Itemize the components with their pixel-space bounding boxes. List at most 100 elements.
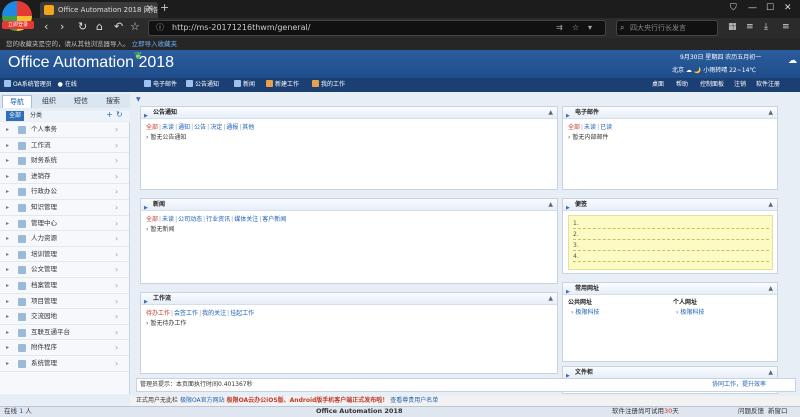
official-site-link[interactable]: 极限OA官方网站 xyxy=(180,397,225,404)
filter-link[interactable]: 未读 xyxy=(584,124,596,131)
nav-help[interactable]: 帮助 xyxy=(676,80,688,90)
search-input[interactable]: 四大央行行长发言 xyxy=(630,22,686,34)
filter-link[interactable]: 会签工作 xyxy=(174,310,198,317)
maximize-icon[interactable]: ☐ xyxy=(766,2,774,14)
personal-site-link[interactable]: › 极限科技 xyxy=(676,309,704,317)
shield-icon[interactable]: ⛉ xyxy=(730,2,737,14)
collapse-icon[interactable]: ▲ xyxy=(548,293,553,305)
sidebar-item[interactable]: ▸ 财务系统 › xyxy=(0,153,129,169)
nav-desktop[interactable]: 桌面 xyxy=(652,80,664,90)
tab-sms[interactable]: 短信 xyxy=(66,95,96,108)
sidebar-item[interactable]: ▸ 个人事务 › xyxy=(0,122,129,138)
filter-link[interactable]: 全部 xyxy=(146,124,158,131)
minimize-icon[interactable]: — xyxy=(748,2,757,14)
collapse-icon[interactable]: ▲ xyxy=(548,107,553,119)
sidebar-item[interactable]: ▸ 交流园地 › xyxy=(0,309,129,325)
sidebar-item[interactable]: ▸ 管理中心 › xyxy=(0,216,129,232)
download-icon[interactable]: ⤓ xyxy=(764,21,768,33)
refresh-menu-icon[interactable]: ↻ xyxy=(116,110,123,120)
collapse-icon[interactable]: ▲ xyxy=(768,199,773,211)
manager-tip-link[interactable]: 协同工作，提升效率 xyxy=(712,380,766,390)
sidebar-item[interactable]: ▸ 项目管理 › xyxy=(0,294,129,310)
tab-organization[interactable]: 组织 xyxy=(34,95,64,108)
subtab-category[interactable]: 分类 xyxy=(30,111,42,121)
filter-link[interactable]: 公告 xyxy=(194,124,206,131)
sidebar-item[interactable]: ▸ 工作流 › xyxy=(0,138,129,154)
sidebar-item[interactable]: ▸ 知识管理 › xyxy=(0,200,129,216)
login-badge[interactable]: 立即登录 xyxy=(2,21,34,29)
collapse-arrow-icon[interactable]: ▼ xyxy=(136,96,141,103)
public-site-link[interactable]: › 极限科技 xyxy=(571,309,599,317)
collapse-icon[interactable]: ▲ xyxy=(768,107,773,119)
nav-user[interactable]: OA系统管理员 ● 在线 xyxy=(4,80,77,90)
filter-link[interactable]: 其他 xyxy=(242,124,254,131)
filter-link[interactable]: 未读 xyxy=(162,124,174,131)
tab-navigation[interactable]: 导航 xyxy=(2,95,32,108)
star-icon[interactable]: ☆ xyxy=(572,22,579,34)
import-favorites-link[interactable]: 立即导入收藏夹 xyxy=(132,40,178,48)
new-tab-button[interactable]: + xyxy=(160,2,169,14)
collapse-icon[interactable]: ▲ xyxy=(548,199,553,211)
filter-link[interactable]: 全部 xyxy=(568,124,580,131)
sidebar-item-label: 人力资源 xyxy=(31,234,57,243)
sidebar-item[interactable]: ▸ 系统管理 › xyxy=(0,356,129,372)
vip-list-link[interactable]: 查看尊贵用户名单 xyxy=(390,397,438,404)
tab-search[interactable]: 搜索 xyxy=(98,95,128,108)
sidebar-item[interactable]: ▸ 培训管理 › xyxy=(0,247,129,263)
collapse-icon[interactable]: ▲ xyxy=(768,283,773,295)
sidebar-item[interactable]: ▸ 进销存 › xyxy=(0,169,129,185)
apps-grid-icon[interactable]: ▦ xyxy=(728,21,737,33)
filter-link[interactable]: 通知 xyxy=(178,124,190,131)
nav-mail[interactable]: 电子邮件 xyxy=(144,80,177,90)
refresh-icon[interactable]: ↻ xyxy=(78,20,87,34)
release-announcement[interactable]: 极限OA云办公iOS版、Android版手机客户端正式发布啦！ xyxy=(227,397,389,404)
nav-news[interactable]: 新闻 xyxy=(234,80,255,90)
memo-textarea[interactable]: 1. 2. 3. 4. xyxy=(568,215,773,270)
filter-link[interactable]: 待办工作 xyxy=(146,310,170,317)
filter-link[interactable]: 行业资讯 xyxy=(206,216,230,223)
filter-link[interactable]: 未读 xyxy=(162,216,174,223)
tab-close-icon[interactable]: ✕ xyxy=(146,3,154,15)
new-window-link[interactable]: 新窗口 xyxy=(768,407,788,416)
nav-new-work[interactable]: 新建工作 xyxy=(266,80,299,90)
address-text[interactable]: http://ms-20171216thwm/general/ xyxy=(172,22,310,34)
bookmark-icon[interactable]: ☆ xyxy=(130,20,140,34)
share-icon[interactable]: ⇉ xyxy=(556,22,563,34)
sidebar-item[interactable]: ▸ 档案管理 › xyxy=(0,278,129,294)
security-info-icon[interactable]: ⓘ xyxy=(156,22,164,34)
menu-icon[interactable]: ≡ xyxy=(746,21,754,33)
feedback-link[interactable]: 问题反馈 xyxy=(738,407,764,416)
filter-link[interactable]: 挂起工作 xyxy=(230,310,254,317)
sidebar-item[interactable]: ▸ 公文管理 › xyxy=(0,262,129,278)
nav-control-panel[interactable]: 控制面板 xyxy=(700,80,724,90)
forward-icon[interactable]: › xyxy=(60,20,64,34)
filter-link[interactable]: 决定 xyxy=(210,124,222,131)
sidebar-item[interactable]: ▸ 互联互通平台 › xyxy=(0,325,129,341)
filter-link[interactable]: 已读 xyxy=(600,124,612,131)
sidebar-item[interactable]: ▸ 行政办公 › xyxy=(0,184,129,200)
filter-link[interactable]: 客户新闻 xyxy=(262,216,286,223)
filter-link[interactable]: 通报 xyxy=(226,124,238,131)
nav-my-work[interactable]: 我的工作 xyxy=(312,80,345,90)
add-icon[interactable]: + xyxy=(106,110,113,120)
sidebar-item[interactable]: ▸ 人力资源 › xyxy=(0,231,129,247)
undo-icon[interactable]: ↶ xyxy=(114,20,123,34)
home-icon[interactable]: ⌂ xyxy=(96,20,103,34)
sidebar-item[interactable]: ▸ 附件程序 › xyxy=(0,340,129,356)
close-window-icon[interactable]: ✕ xyxy=(784,2,792,14)
back-icon[interactable]: ‹ xyxy=(44,20,48,34)
filter-link[interactable]: 全部 xyxy=(146,216,158,223)
browser-tab[interactable]: Office Automation 2018 网络... xyxy=(40,2,158,18)
dropdown-icon[interactable]: ▾ xyxy=(588,22,592,34)
nav-register[interactable]: 软件注册 xyxy=(756,80,780,90)
chevron-right-icon: › xyxy=(115,156,119,166)
nav-logout[interactable]: 注销 xyxy=(734,80,746,90)
more-icon[interactable]: ≡ xyxy=(782,21,790,33)
subtab-all[interactable]: 全部 xyxy=(6,111,25,121)
filter-link[interactable]: 公司动态 xyxy=(178,216,202,223)
online-count[interactable]: 在线 1 人 xyxy=(4,407,32,416)
chevron-right-icon: › xyxy=(115,140,119,150)
nav-notice[interactable]: 公告通知 xyxy=(186,80,219,90)
filter-link[interactable]: 媒体关注 xyxy=(234,216,258,223)
filter-link[interactable]: 我的关注 xyxy=(202,310,226,317)
